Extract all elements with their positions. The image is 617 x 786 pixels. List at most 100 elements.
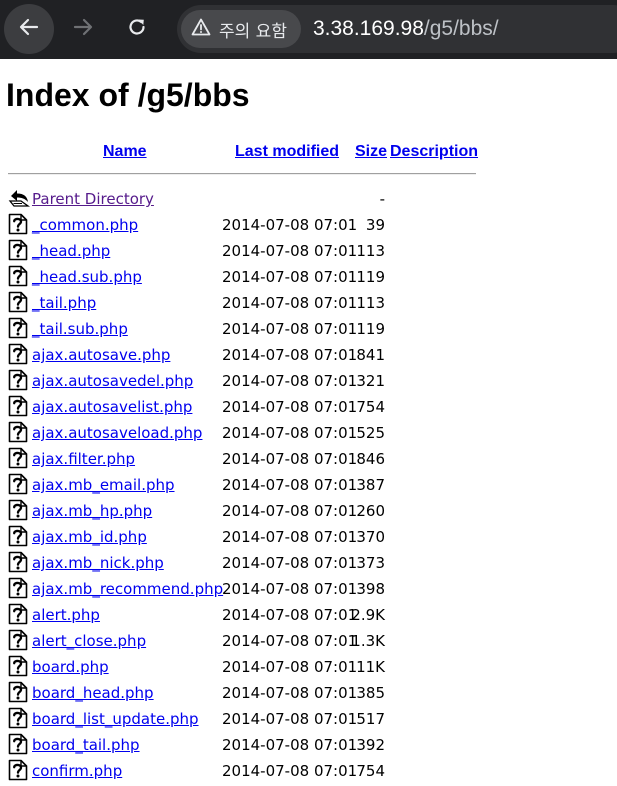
- page-title: Index of /g5/bbs: [6, 77, 250, 113]
- sort-by-last-modified-link[interactable]: Last modified: [235, 143, 339, 163]
- address-bar[interactable]: 주의 요함 3.38.169.98/g5/bbs/: [177, 5, 617, 53]
- file-link[interactable]: _common.php: [32, 215, 138, 235]
- file-link[interactable]: _head.sub.php: [32, 267, 142, 287]
- file-size: 841: [356, 346, 385, 364]
- file-last-modified: 2014-07-08 07:01: [222, 580, 358, 598]
- file-size: 846: [356, 450, 385, 468]
- sort-by-size-link[interactable]: Size: [355, 143, 387, 163]
- file-link[interactable]: board_list_update.php: [32, 709, 199, 729]
- file-size: 373: [356, 554, 385, 572]
- file-last-modified: 2014-07-08 07:01: [222, 528, 358, 546]
- file-link[interactable]: ajax.autosavedel.php: [32, 371, 193, 391]
- file-last-modified: 2014-07-08 07:01: [222, 502, 358, 520]
- file-last-modified: 2014-07-08 07:01: [222, 242, 358, 260]
- sort-by-description-link[interactable]: Description: [390, 143, 478, 163]
- file-link[interactable]: board_head.php: [32, 683, 154, 703]
- file-size: 398: [356, 580, 385, 598]
- file-last-modified: 2014-07-08 07:01: [222, 658, 358, 676]
- file-link[interactable]: ajax.autosaveload.php: [32, 423, 202, 443]
- file-row: alert.php 2014-07-08 07:01 2.9K: [0, 603, 617, 629]
- url-host: 3.38.169.98: [312, 17, 424, 40]
- file-last-modified: 2014-07-08 07:01: [222, 320, 358, 338]
- file-link[interactable]: _tail.php: [32, 293, 96, 313]
- url-text[interactable]: 3.38.169.98/g5/bbs/: [313, 17, 499, 41]
- arrow-right-icon: [72, 16, 94, 42]
- file-link[interactable]: ajax.autosavelist.php: [32, 397, 192, 417]
- file-row: ajax.mb_email.php 2014-07-08 07:01 387: [0, 473, 617, 499]
- unknown-file-icon: [8, 629, 28, 651]
- unknown-file-icon: [8, 421, 28, 443]
- file-size: 385: [356, 684, 385, 702]
- file-size: 754: [356, 398, 385, 416]
- file-row: ajax.filter.php 2014-07-08 07:01 846: [0, 447, 617, 473]
- reload-icon: [126, 16, 148, 42]
- parent-directory-link[interactable]: Parent Directory: [32, 189, 154, 209]
- file-size: 517: [356, 710, 385, 728]
- unknown-file-icon: [8, 369, 28, 391]
- file-size: 260: [356, 502, 385, 520]
- file-size: 113: [356, 294, 385, 312]
- file-row: board.php 2014-07-08 07:01 11K: [0, 655, 617, 681]
- file-link[interactable]: confirm.php: [32, 761, 122, 781]
- sort-by-name-link[interactable]: Name: [103, 143, 147, 163]
- file-row: ajax.mb_hp.php 2014-07-08 07:01 260: [0, 499, 617, 525]
- file-link[interactable]: _tail.sub.php: [32, 319, 128, 339]
- file-link[interactable]: ajax.filter.php: [32, 449, 135, 469]
- reload-button[interactable]: [112, 4, 162, 54]
- file-link[interactable]: _head.php: [32, 241, 110, 261]
- unknown-file-icon: [8, 655, 28, 677]
- header-divider: [8, 173, 476, 175]
- file-link[interactable]: board_tail.php: [32, 735, 140, 755]
- file-link[interactable]: board.php: [32, 657, 109, 677]
- file-last-modified: 2014-07-08 07:01: [222, 736, 358, 754]
- file-link[interactable]: ajax.mb_recommend.php: [32, 579, 223, 599]
- unknown-file-icon: [8, 213, 28, 235]
- file-link[interactable]: alert.php: [32, 605, 100, 625]
- browser-toolbar: 주의 요함 3.38.169.98/g5/bbs/: [0, 0, 617, 59]
- file-link[interactable]: ajax.mb_id.php: [32, 527, 147, 547]
- unknown-file-icon: [8, 343, 28, 365]
- file-row: _tail.php 2014-07-08 07:01 113: [0, 291, 617, 317]
- security-warning-chip[interactable]: 주의 요함: [181, 10, 301, 48]
- file-link[interactable]: alert_close.php: [32, 631, 146, 651]
- file-size: 387: [356, 476, 385, 494]
- unknown-file-icon: [8, 265, 28, 287]
- file-link[interactable]: ajax.mb_email.php: [32, 475, 175, 495]
- file-last-modified: 2014-07-08 07:01: [222, 632, 358, 650]
- unknown-file-icon: [8, 473, 28, 495]
- file-link[interactable]: ajax.autosave.php: [32, 345, 170, 365]
- file-link[interactable]: ajax.mb_hp.php: [32, 501, 152, 521]
- file-size: 2.9K: [351, 606, 385, 624]
- unknown-file-icon: [8, 759, 28, 781]
- unknown-file-icon: [8, 525, 28, 547]
- file-size: 525: [356, 424, 385, 442]
- file-last-modified: 2014-07-08 07:01: [222, 398, 358, 416]
- file-link[interactable]: ajax.mb_nick.php: [32, 553, 164, 573]
- warning-triangle-icon: [191, 18, 211, 41]
- unknown-file-icon: [8, 447, 28, 469]
- file-last-modified: 2014-07-08 07:01: [222, 606, 358, 624]
- file-last-modified: 2014-07-08 07:01: [222, 216, 358, 234]
- forward-button[interactable]: [58, 4, 108, 54]
- arrow-left-icon: [18, 16, 40, 42]
- file-size: 119: [356, 268, 385, 286]
- file-size: 11K: [356, 658, 385, 676]
- unknown-file-icon: [8, 577, 28, 599]
- file-row: _common.php 2014-07-08 07:01 39: [0, 213, 617, 239]
- file-size: 321: [356, 372, 385, 390]
- back-button[interactable]: [4, 4, 54, 54]
- file-row: board_list_update.php 2014-07-08 07:01 517: [0, 707, 617, 733]
- file-row: _tail.sub.php 2014-07-08 07:01 119: [0, 317, 617, 343]
- unknown-file-icon: [8, 395, 28, 417]
- file-row: ajax.mb_id.php 2014-07-08 07:01 370: [0, 525, 617, 551]
- file-list: Parent Directory - _common.php 2014-07-08…: [0, 187, 617, 785]
- file-size: 754: [356, 762, 385, 780]
- file-row: board_tail.php 2014-07-08 07:01 392: [0, 733, 617, 759]
- file-row: ajax.mb_nick.php 2014-07-08 07:01 373: [0, 551, 617, 577]
- file-last-modified: 2014-07-08 07:01: [222, 450, 358, 468]
- file-last-modified: 2014-07-08 07:01: [222, 762, 358, 780]
- file-row: alert_close.php 2014-07-08 07:01 1.3K: [0, 629, 617, 655]
- file-last-modified: 2014-07-08 07:01: [222, 424, 358, 442]
- file-last-modified: 2014-07-08 07:01: [222, 476, 358, 494]
- unknown-file-icon: [8, 317, 28, 339]
